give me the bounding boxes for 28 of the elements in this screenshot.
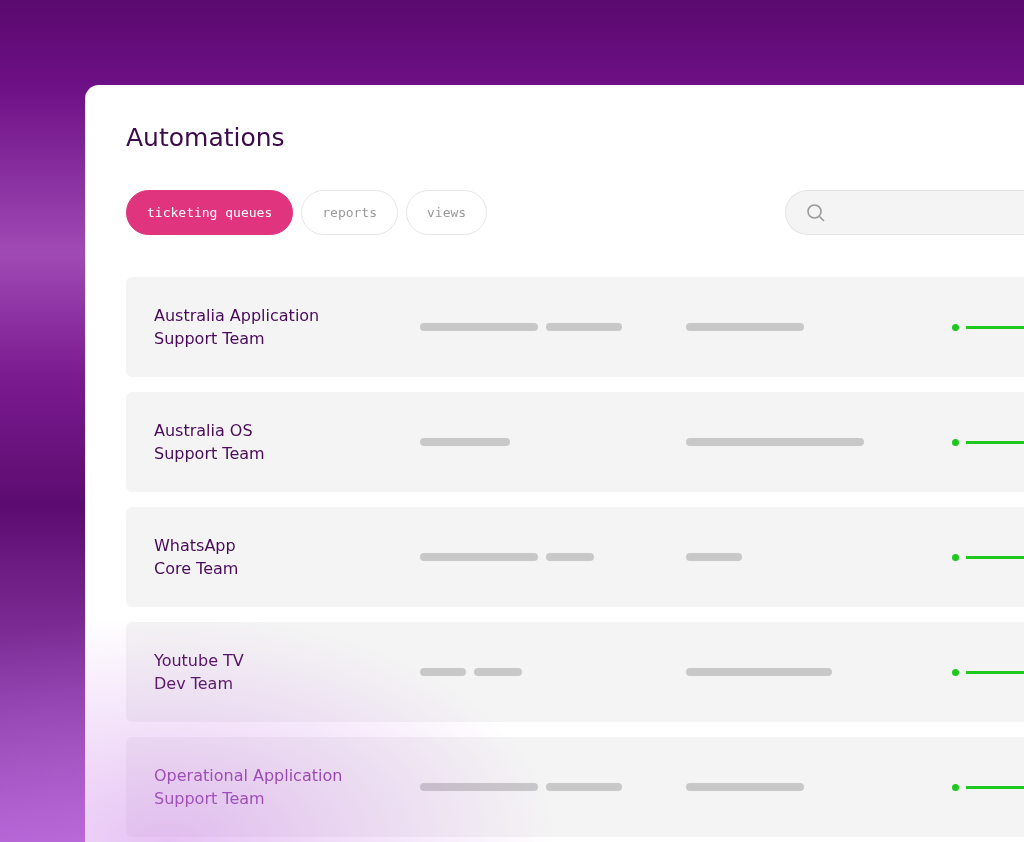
status-line bbox=[966, 440, 1024, 444]
queue-row[interactable]: Youtube TV Dev Team bbox=[126, 622, 1024, 722]
queue-name: Youtube TV Dev Team bbox=[154, 650, 245, 695]
status-line bbox=[966, 785, 1024, 789]
status-dot bbox=[952, 323, 959, 331]
status-dot bbox=[952, 438, 959, 446]
queue-row[interactable]: Australia OS Support Team bbox=[126, 392, 1024, 492]
search-icon bbox=[806, 202, 826, 223]
placeholder-bar bbox=[686, 553, 742, 561]
placeholder-bar bbox=[546, 553, 594, 561]
status-line bbox=[966, 325, 1024, 329]
page-title: Automations bbox=[126, 123, 286, 152]
status-dot bbox=[952, 553, 959, 561]
status-line bbox=[966, 670, 1024, 674]
status-dot bbox=[952, 668, 959, 676]
queue-row[interactable]: Australia Application Support Team bbox=[126, 277, 1024, 377]
queue-name: Australia Application Support Team bbox=[154, 305, 321, 350]
filter-tab[interactable]: ticketing queues bbox=[126, 190, 294, 235]
queue-name: WhatsApp Core Team bbox=[154, 535, 240, 580]
queue-row[interactable]: Operational Application Support Team bbox=[126, 737, 1024, 837]
placeholder-bar bbox=[420, 668, 466, 676]
status-dot bbox=[952, 783, 959, 791]
search-field[interactable] bbox=[785, 190, 1024, 235]
queue-row[interactable]: WhatsApp Core Team bbox=[126, 507, 1024, 607]
placeholder-bar bbox=[474, 668, 522, 676]
status-line bbox=[966, 555, 1024, 559]
queue-name: Operational Application Support Team bbox=[154, 765, 344, 810]
queue-name: Australia OS Support Team bbox=[154, 420, 266, 465]
